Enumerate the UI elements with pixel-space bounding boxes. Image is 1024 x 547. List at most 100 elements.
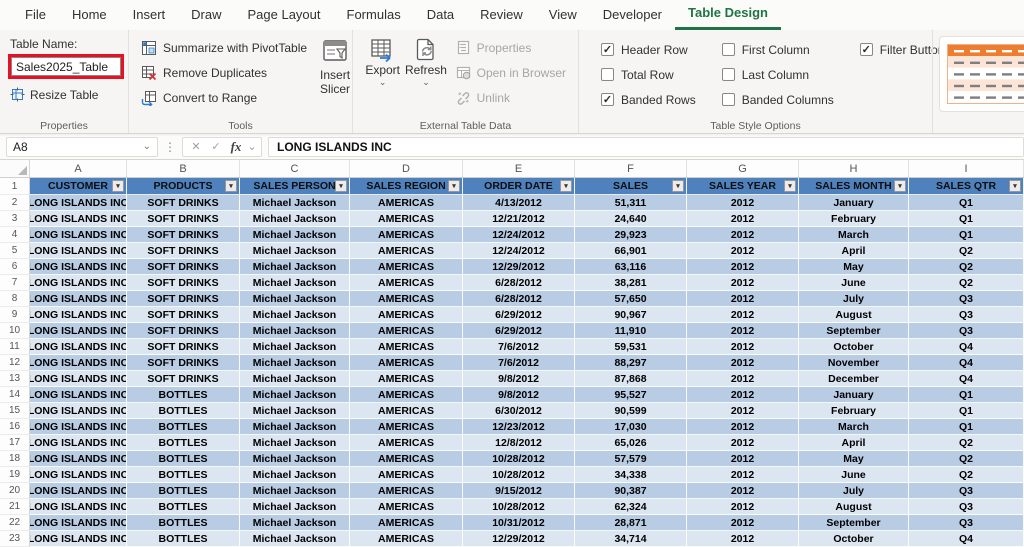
cell-A19[interactable]: LONG ISLANDS INC xyxy=(30,467,127,483)
row-number-21[interactable]: 21 xyxy=(0,499,30,515)
enter-button[interactable]: ✓ xyxy=(207,140,225,153)
convert-to-range-button[interactable]: Convert to Range xyxy=(137,85,311,110)
cell-A17[interactable]: LONG ISLANDS INC xyxy=(30,435,127,451)
cell-E4[interactable]: 12/24/2012 xyxy=(463,227,575,243)
cell-I19[interactable]: Q2 xyxy=(909,467,1024,483)
cell-A18[interactable]: LONG ISLANDS INC xyxy=(30,451,127,467)
tab-table-design[interactable]: Table Design xyxy=(675,0,781,30)
row-number-22[interactable]: 22 xyxy=(0,515,30,531)
cell-I23[interactable]: Q4 xyxy=(909,531,1024,547)
cell-H11[interactable]: October xyxy=(799,339,909,355)
row-number-18[interactable]: 18 xyxy=(0,451,30,467)
cell-C3[interactable]: Michael Jackson xyxy=(240,211,350,227)
name-box[interactable]: A8 ⌄ xyxy=(6,136,158,157)
cell-I7[interactable]: Q2 xyxy=(909,275,1024,291)
cell-H4[interactable]: March xyxy=(799,227,909,243)
cell-F21[interactable]: 62,324 xyxy=(575,499,687,515)
cell-D8[interactable]: AMERICAS xyxy=(350,291,463,307)
cell-E15[interactable]: 6/30/2012 xyxy=(463,403,575,419)
cell-G9[interactable]: 2012 xyxy=(687,307,799,323)
header-cell-sales-qtr[interactable]: SALES QTR ▾ xyxy=(909,178,1024,195)
cell-C4[interactable]: Michael Jackson xyxy=(240,227,350,243)
cell-D4[interactable]: AMERICAS xyxy=(350,227,463,243)
row-number-8[interactable]: 8 xyxy=(0,291,30,307)
cell-B10[interactable]: SOFT DRINKS xyxy=(127,323,240,339)
column-header-E[interactable]: E xyxy=(463,160,575,177)
cell-G5[interactable]: 2012 xyxy=(687,243,799,259)
cell-H7[interactable]: June xyxy=(799,275,909,291)
cell-B17[interactable]: BOTTLES xyxy=(127,435,240,451)
refresh-button[interactable]: Refresh ⌄ xyxy=(404,35,447,117)
cell-D9[interactable]: AMERICAS xyxy=(350,307,463,323)
filter-button-products[interactable]: ▾ xyxy=(225,180,237,192)
cell-D15[interactable]: AMERICAS xyxy=(350,403,463,419)
cell-E3[interactable]: 12/21/2012 xyxy=(463,211,575,227)
cell-G19[interactable]: 2012 xyxy=(687,467,799,483)
cell-H6[interactable]: May xyxy=(799,259,909,275)
cell-A3[interactable]: LONG ISLANDS INC xyxy=(30,211,127,227)
row-number-6[interactable]: 6 xyxy=(0,259,30,275)
cell-F20[interactable]: 90,387 xyxy=(575,483,687,499)
cell-F14[interactable]: 95,527 xyxy=(575,387,687,403)
cell-A5[interactable]: LONG ISLANDS INC xyxy=(30,243,127,259)
table-style-thumbnail-orange[interactable] xyxy=(947,44,1024,104)
header-cell-products[interactable]: PRODUCTS ▾ xyxy=(127,178,240,195)
header-cell-sales[interactable]: SALES ▾ xyxy=(575,178,687,195)
cell-G23[interactable]: 2012 xyxy=(687,531,799,547)
cell-B3[interactable]: SOFT DRINKS xyxy=(127,211,240,227)
formula-input[interactable]: LONG ISLANDS INC xyxy=(268,136,1024,157)
cell-D3[interactable]: AMERICAS xyxy=(350,211,463,227)
cell-D19[interactable]: AMERICAS xyxy=(350,467,463,483)
checkbox-header-row[interactable]: ✓ Header Row xyxy=(601,39,696,60)
cell-E8[interactable]: 6/28/2012 xyxy=(463,291,575,307)
cell-F7[interactable]: 38,281 xyxy=(575,275,687,291)
cell-I15[interactable]: Q1 xyxy=(909,403,1024,419)
cell-H23[interactable]: October xyxy=(799,531,909,547)
cell-I8[interactable]: Q3 xyxy=(909,291,1024,307)
checkbox-first-column-box[interactable] xyxy=(721,43,735,56)
cell-I21[interactable]: Q3 xyxy=(909,499,1024,515)
cell-C2[interactable]: Michael Jackson xyxy=(240,195,350,211)
table-styles-gallery[interactable] xyxy=(939,36,1024,112)
cell-C21[interactable]: Michael Jackson xyxy=(240,499,350,515)
column-header-B[interactable]: B xyxy=(127,160,240,177)
filter-button-sales-qtr[interactable]: ▾ xyxy=(1009,180,1021,192)
select-all-corner[interactable] xyxy=(0,160,30,177)
column-header-A[interactable]: A xyxy=(30,160,127,177)
cell-A6[interactable]: LONG ISLANDS INC xyxy=(30,259,127,275)
cell-A7[interactable]: LONG ISLANDS INC xyxy=(30,275,127,291)
cell-E9[interactable]: 6/29/2012 xyxy=(463,307,575,323)
cell-D7[interactable]: AMERICAS xyxy=(350,275,463,291)
cell-B21[interactable]: BOTTLES xyxy=(127,499,240,515)
cell-A20[interactable]: LONG ISLANDS INC xyxy=(30,483,127,499)
column-header-F[interactable]: F xyxy=(575,160,687,177)
cell-E19[interactable]: 10/28/2012 xyxy=(463,467,575,483)
checkbox-total-row[interactable]: Total Row xyxy=(601,64,696,85)
cell-B2[interactable]: SOFT DRINKS xyxy=(127,195,240,211)
cell-C22[interactable]: Michael Jackson xyxy=(240,515,350,531)
cell-D11[interactable]: AMERICAS xyxy=(350,339,463,355)
cell-G20[interactable]: 2012 xyxy=(687,483,799,499)
cell-C11[interactable]: Michael Jackson xyxy=(240,339,350,355)
cell-H15[interactable]: February xyxy=(799,403,909,419)
row-number-23[interactable]: 23 xyxy=(0,531,30,547)
filter-button-sales[interactable]: ▾ xyxy=(672,180,684,192)
row-number-7[interactable]: 7 xyxy=(0,275,30,291)
cell-D14[interactable]: AMERICAS xyxy=(350,387,463,403)
cell-H19[interactable]: June xyxy=(799,467,909,483)
checkbox-banded-rows[interactable]: ✓ Banded Rows xyxy=(601,89,696,110)
cell-C12[interactable]: Michael Jackson xyxy=(240,355,350,371)
cell-G13[interactable]: 2012 xyxy=(687,371,799,387)
cell-G6[interactable]: 2012 xyxy=(687,259,799,275)
checkbox-filter-button-box[interactable]: ✓ xyxy=(859,43,873,56)
cell-B12[interactable]: SOFT DRINKS xyxy=(127,355,240,371)
cell-E11[interactable]: 7/6/2012 xyxy=(463,339,575,355)
cell-A21[interactable]: LONG ISLANDS INC xyxy=(30,499,127,515)
filter-button-sales-person[interactable]: ▾ xyxy=(335,180,347,192)
cell-G8[interactable]: 2012 xyxy=(687,291,799,307)
cell-E7[interactable]: 6/28/2012 xyxy=(463,275,575,291)
cell-H5[interactable]: April xyxy=(799,243,909,259)
checkbox-total-row-box[interactable] xyxy=(601,68,614,81)
cell-G14[interactable]: 2012 xyxy=(687,387,799,403)
cell-E2[interactable]: 4/13/2012 xyxy=(463,195,575,211)
